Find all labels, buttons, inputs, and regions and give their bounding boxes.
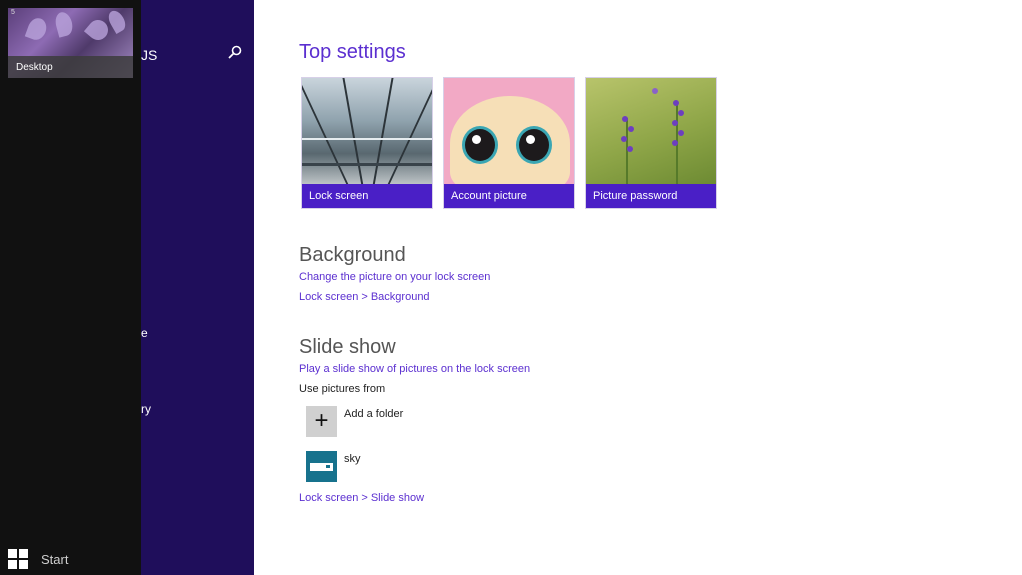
add-folder-label: Add a folder (344, 408, 404, 420)
start-button[interactable]: Start (8, 549, 68, 569)
account-picture-image (444, 78, 574, 191)
folder-name: sky (344, 453, 361, 465)
crocus-petal (53, 10, 75, 38)
lock-screen-tile[interactable]: Lock screen (301, 77, 433, 209)
nav-title-fragment: JS (141, 47, 158, 63)
slide-show-path-link[interactable]: Lock screen > Slide show (299, 492, 424, 504)
add-icon: + (306, 406, 337, 437)
crocus-petal (83, 15, 113, 45)
search-icon[interactable] (228, 45, 242, 59)
background-heading: Background (299, 244, 406, 266)
settings-nav-pane: JS e ry (141, 0, 254, 575)
windows-logo-icon (8, 549, 28, 569)
change-lock-screen-picture-link[interactable]: Change the picture on your lock screen (299, 271, 490, 283)
start-label: Start (41, 551, 69, 567)
lock-screen-settings: Top settings Lock screen Account picture (299, 0, 999, 575)
picture-password-image (586, 78, 716, 186)
lock-screen-label: Lock screen (302, 184, 432, 208)
top-settings-heading: Top settings (299, 41, 406, 63)
nav-item-fragment[interactable]: ry (141, 402, 151, 416)
desktop-thumbnail[interactable]: 5 Desktop (8, 8, 133, 78)
slide-show-link[interactable]: Play a slide show of pictures on the loc… (299, 363, 530, 375)
lock-screen-image (302, 78, 432, 186)
use-pictures-from-label: Use pictures from (299, 383, 386, 395)
account-picture-tile[interactable]: Account picture (443, 77, 575, 209)
crocus-petal (24, 15, 50, 43)
app-switcher: 5 Desktop Start (0, 0, 141, 575)
folder-icon (306, 451, 337, 482)
picture-password-tile[interactable]: Picture password (585, 77, 717, 209)
picture-password-label: Picture password (586, 184, 716, 208)
thumbnail-label: Desktop (16, 62, 53, 73)
slide-show-heading: Slide show (299, 336, 396, 358)
folder-item-sky[interactable]: sky (306, 451, 361, 482)
crocus-petal (105, 8, 129, 35)
thumbnail-number: 5 (11, 9, 15, 16)
nav-item-fragment[interactable]: e (141, 326, 148, 340)
add-folder-button[interactable]: + Add a folder (306, 406, 403, 437)
top-settings-tiles: Lock screen Account picture Picture pass… (301, 77, 727, 209)
account-picture-label: Account picture (444, 184, 574, 208)
background-path-link[interactable]: Lock screen > Background (299, 291, 430, 303)
